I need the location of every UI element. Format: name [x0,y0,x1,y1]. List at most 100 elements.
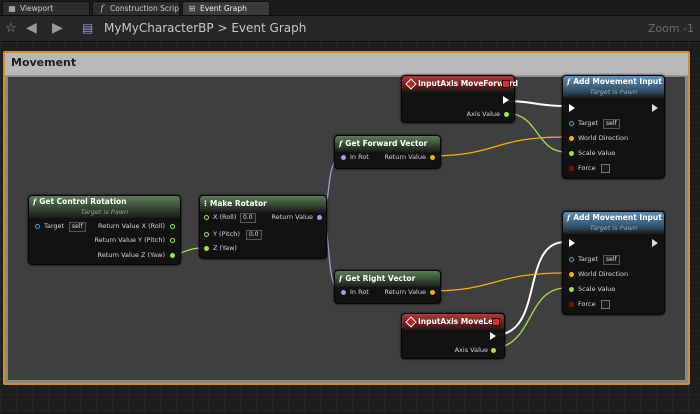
tab-viewport[interactable]: ▦ Viewport [2,1,90,15]
back-arrow-icon[interactable]: ◀ [26,16,37,41]
world-direction-pin[interactable] [569,136,574,141]
exec-out-pin[interactable] [652,104,658,112]
axis-value-pin[interactable] [504,112,509,117]
event-icon [405,78,417,90]
exec-in-pin[interactable] [569,239,575,247]
target-pin[interactable] [35,224,40,229]
comment-title: Movement [11,56,77,69]
return-value-pin[interactable] [430,290,435,295]
node-inputaxis-moveleft[interactable]: InputAxis MoveLeft Axis Value [401,313,505,359]
target-value[interactable]: self [69,222,86,232]
node-get-right-vector[interactable]: f Get Right Vector In Rot Return Value [334,270,441,304]
blueprint-icon: ▤ [82,21,94,35]
graph-icon: ⊞ [188,4,196,13]
breadcrumb-blueprint[interactable]: MyMyCharacterBP [104,21,214,35]
node-header[interactable]: f Get Forward Vector [335,136,440,152]
force-checkbox[interactable] [601,164,610,173]
force-checkbox[interactable] [601,300,610,309]
axis-value-label: Axis Value [466,110,500,118]
comment-header[interactable]: Movement [5,53,688,76]
node-title: Get Control Rotation [39,197,127,206]
tab-construction-script-label: Construction Scrip [110,4,179,13]
y-pitch-pin[interactable] [204,232,209,237]
exec-out-pin[interactable] [652,239,658,247]
node-header[interactable]: f Get Right Vector [335,271,440,287]
z-yaw-pin[interactable] [204,246,209,251]
node-add-movement-input-left[interactable]: f Add Movement Input Target is Pawn Targe… [562,211,665,315]
return-x-pin[interactable] [170,224,175,229]
scale-value-label: Scale Value [578,149,616,157]
zoom-level: Zoom -1 [647,22,694,35]
node-subtitle: Target is Pawn [80,208,129,216]
return-value-pin[interactable] [430,155,435,160]
node-header[interactable]: ⁝ Make Rotator [200,196,326,212]
in-rot-label: In Rot [350,153,369,161]
node-make-rotator[interactable]: ⁝ Make Rotator X (Roll) 0.0 Y (Pitch) 0.0… [199,195,327,259]
function-icon: f [100,4,104,13]
node-header[interactable]: f Get Control Rotation Target is Pawn [29,196,180,218]
axis-value-pin[interactable] [491,348,496,353]
scale-value-pin[interactable] [569,151,574,156]
return-z-pin[interactable] [170,253,175,258]
node-add-movement-input-forward[interactable]: f Add Movement Input Target is Pawn Targe… [562,75,665,179]
node-header[interactable]: InputAxis MoveLeft [402,314,504,330]
in-rot-label: In Rot [350,288,369,296]
in-rot-pin[interactable] [341,290,346,295]
y-pitch-value[interactable]: 0.0 [246,230,262,240]
target-label: Target [44,222,65,230]
return-y-label: Return Value Y (Pitch) [94,236,165,244]
function-icon: f [339,274,343,283]
exec-out-pin[interactable] [490,332,496,340]
delegate-pin-icon[interactable] [502,80,510,88]
node-title: Add Movement Input [573,213,662,222]
forward-arrow-icon[interactable]: ▶ [52,16,63,41]
return-value-pin[interactable] [317,215,322,220]
node-inputaxis-moveforward[interactable]: InputAxis MoveForward Axis Value [401,75,518,123]
target-value[interactable]: self [603,119,620,129]
target-label: Target [578,255,599,263]
world-direction-pin[interactable] [569,272,574,277]
force-label: Force [578,300,596,308]
force-pin[interactable] [569,166,574,171]
world-direction-label: World Direction [578,270,629,278]
return-value-label: Return Value [384,153,427,161]
force-pin[interactable] [569,302,574,307]
target-pin[interactable] [569,121,574,126]
scale-value-pin[interactable] [569,287,574,292]
return-value-label: Return Value [271,213,314,221]
graph-toolbar: ☆ ◀ ▶ ▤ MyMyCharacterBP > Event Graph Zo… [0,16,700,42]
node-get-control-rotation[interactable]: f Get Control Rotation Target is Pawn Tar… [28,195,181,265]
exec-in-pin[interactable] [569,104,575,112]
return-y-pin[interactable] [170,238,175,243]
target-pin[interactable] [569,257,574,262]
node-title: Make Rotator [209,199,267,208]
node-header[interactable]: f Add Movement Input Target is Pawn [563,212,664,234]
node-title: Get Right Vector [345,274,416,283]
struct-icon: ⁝ [204,199,207,208]
breadcrumb: MyMyCharacterBP > Event Graph [104,16,306,41]
x-roll-value[interactable]: 0.0 [240,213,256,223]
function-icon: f [33,197,37,206]
target-value[interactable]: self [603,255,620,265]
exec-out-pin[interactable] [503,96,509,104]
breadcrumb-separator: > [217,21,228,35]
node-header[interactable]: f Add Movement Input Target is Pawn [563,76,664,98]
tab-event-graph-label: Event Graph [200,4,247,13]
star-icon[interactable]: ☆ [5,16,17,41]
breadcrumb-graph[interactable]: Event Graph [231,21,306,35]
tab-event-graph[interactable]: ⊞ Event Graph [182,1,270,15]
return-value-label: Return Value [384,288,427,296]
event-icon [405,316,417,328]
function-icon: f [567,77,571,86]
x-roll-pin[interactable] [204,215,209,220]
delegate-pin-icon[interactable] [492,318,500,326]
node-title: Add Movement Input [573,77,662,86]
tab-construction-script[interactable]: f Construction Scrip [92,1,180,15]
z-yaw-label: Z (Yaw) [213,244,237,252]
function-icon: f [339,139,343,148]
world-direction-label: World Direction [578,134,629,142]
node-header[interactable]: InputAxis MoveForward [402,76,518,92]
in-rot-pin[interactable] [341,155,346,160]
node-get-forward-vector[interactable]: f Get Forward Vector In Rot Return Value [334,135,441,169]
editor-tab-bar: ▦ Viewport f Construction Scrip ⊞ Event Gra… [0,0,700,16]
